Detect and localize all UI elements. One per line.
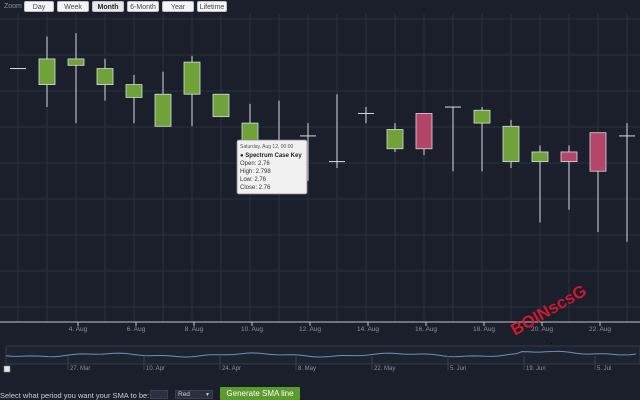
candle[interactable] xyxy=(125,74,143,124)
sma-color-value: Red xyxy=(178,391,190,398)
candle[interactable] xyxy=(415,113,433,156)
candle[interactable] xyxy=(329,94,345,168)
tooltip-high: High: 2.798 xyxy=(240,169,271,175)
x-tick-label: 12. Aug xyxy=(299,326,321,333)
candle-body xyxy=(212,93,230,118)
tooltip-open: Open: 2.76 xyxy=(240,161,270,167)
candle[interactable] xyxy=(619,123,635,242)
sma-controls: Select what period you want your SMA to … xyxy=(0,386,640,400)
candle-body xyxy=(38,58,56,85)
range-selector: Zoom Day Week Month 6-Month Year Lifetim… xyxy=(0,0,640,14)
navigator-plot xyxy=(5,345,640,365)
sma-period-label: Select what period you want your SMA to … xyxy=(0,391,150,400)
candle[interactable] xyxy=(96,58,114,101)
candle[interactable] xyxy=(502,119,520,168)
candle-body xyxy=(473,109,491,124)
tooltip: Saturday, Aug 12, 00:00 ● Spectrum Case K… xyxy=(236,139,308,195)
candle[interactable] xyxy=(212,93,230,118)
zoom-week-button[interactable]: Week xyxy=(57,1,89,12)
tooltip-low: Low: 2.76 xyxy=(240,177,267,183)
navigator[interactable]: 27. Mar 10. Apr 24. Apr 8. May 22. May 5. Jun… xyxy=(0,344,640,374)
candle[interactable] xyxy=(531,145,549,223)
candle[interactable] xyxy=(473,107,491,172)
navigator-label: 27. Mar xyxy=(70,366,90,372)
candle[interactable] xyxy=(38,36,56,108)
candle-body xyxy=(502,125,520,162)
candle-body xyxy=(125,84,143,98)
candle[interactable] xyxy=(589,132,607,233)
sma-color-select[interactable]: Red ▼ xyxy=(175,390,213,399)
navigator-label: 22. May xyxy=(374,366,395,372)
zoom-day-button[interactable]: Day xyxy=(24,1,54,12)
candle[interactable] xyxy=(154,71,172,127)
generate-sma-button[interactable]: Generate SMA line xyxy=(220,387,300,400)
x-tick-label: 10. Aug xyxy=(241,326,263,333)
navigator-label: 24. Apr xyxy=(222,366,241,372)
candlestick-chart[interactable]: 4. Aug 6. Aug 8. Aug 10. Aug 12. Aug 14. Aug 1… xyxy=(0,14,640,344)
candle-body xyxy=(589,132,607,172)
tooltip-close: Close: 2.76 xyxy=(240,185,271,191)
zoom-label: Zoom xyxy=(4,3,22,10)
x-tick-label: 8. Aug xyxy=(185,326,204,333)
x-tick-label: 4. Aug xyxy=(69,326,88,333)
zoom-year-button[interactable]: Year xyxy=(162,1,194,12)
zoom-6month-button[interactable]: 6-Month xyxy=(127,1,159,12)
navigator-label: 10. Apr xyxy=(146,366,165,372)
chevron-down-icon: ▼ xyxy=(205,392,210,398)
candle-body xyxy=(415,113,433,150)
sma-period-input[interactable] xyxy=(150,390,168,399)
x-tick-label: 22. Aug xyxy=(589,326,611,333)
candle-body xyxy=(154,93,172,127)
x-tick-label: 14. Aug xyxy=(357,326,379,333)
navigator-label: 8. May xyxy=(298,366,316,372)
candle[interactable] xyxy=(183,55,201,127)
navigator-label: 5. Jun xyxy=(450,366,466,372)
candle-body xyxy=(67,58,85,66)
candle[interactable] xyxy=(241,103,259,146)
x-tick-label: 18. Aug xyxy=(473,326,495,333)
tooltip-series: ● Spectrum Case Key xyxy=(240,153,302,159)
navigator-handle-left-icon[interactable] xyxy=(3,365,11,373)
candle-body xyxy=(183,61,201,95)
candle-body xyxy=(531,151,549,162)
candle-body xyxy=(96,68,114,85)
tooltip-date: Saturday, Aug 12, 00:00 xyxy=(240,144,294,150)
candle-body xyxy=(560,151,578,162)
x-tick-label: 6. Aug xyxy=(127,326,146,333)
navigator-label: 19. Jun xyxy=(526,366,546,372)
x-tick-label: 16. Aug xyxy=(415,326,437,333)
candle-body xyxy=(386,129,404,150)
candle[interactable] xyxy=(560,145,578,210)
navigator-label: 5. Jul xyxy=(597,366,611,372)
zoom-lifetime-button[interactable]: Lifetime xyxy=(197,1,227,12)
candle[interactable] xyxy=(67,33,85,124)
candle[interactable] xyxy=(445,106,461,172)
candle[interactable] xyxy=(358,107,374,124)
zoom-month-button[interactable]: Month xyxy=(92,1,124,12)
